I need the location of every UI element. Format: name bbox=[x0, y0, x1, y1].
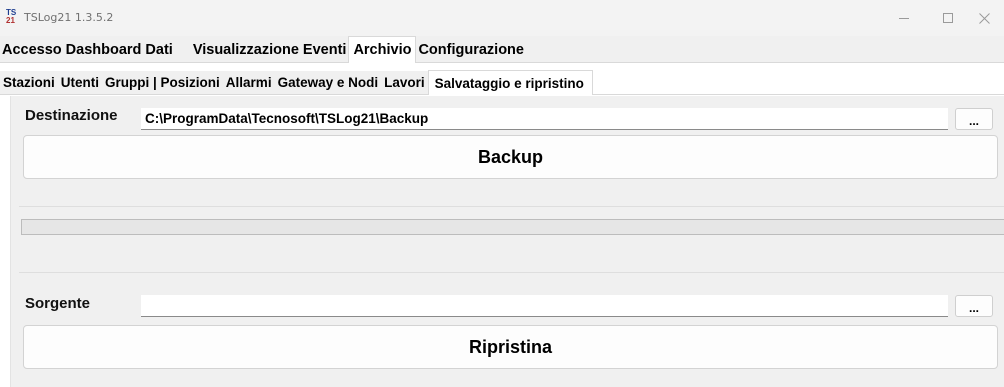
main-tab-dashboard[interactable]: Dashboard bbox=[63, 37, 144, 62]
close-icon bbox=[978, 12, 990, 24]
source-label: Sorgente bbox=[25, 295, 91, 312]
main-tab-configurazione[interactable]: Configurazione bbox=[416, 37, 526, 62]
sub-tab-lavori[interactable]: Lavori bbox=[381, 71, 428, 94]
minimize-button[interactable] bbox=[882, 0, 926, 36]
backup-button[interactable]: Backup bbox=[23, 135, 998, 179]
main-tab-bar: Accesso Dashboard Dati Visualizzazione Event… bbox=[0, 36, 1004, 63]
restore-button[interactable]: Ripristina bbox=[23, 325, 998, 369]
minimize-icon bbox=[899, 17, 909, 19]
sub-tab-utenti[interactable]: Utenti bbox=[57, 71, 103, 94]
backup-restore-content: Destinazione ... Backup Sorgente ... Rip… bbox=[10, 96, 1004, 387]
window-title: TSLog21 1.3.5.2 bbox=[24, 11, 113, 24]
progress-bar bbox=[21, 219, 1004, 235]
main-tab-dati[interactable]: Dati bbox=[143, 37, 175, 62]
archivio-panel: Stazioni Utenti Gruppi | Posizioni Allarmi G… bbox=[0, 63, 1004, 387]
close-button[interactable] bbox=[962, 0, 1004, 36]
app-version: 1.3.5.2 bbox=[74, 11, 114, 24]
title-bar: TS 21 TSLog21 1.3.5.2 bbox=[0, 0, 1004, 36]
app-name: TSLog21 bbox=[24, 11, 72, 24]
destination-label: Destinazione bbox=[25, 107, 118, 124]
section-divider-top bbox=[19, 206, 1004, 207]
main-tab-archivio[interactable]: Archivio bbox=[348, 36, 417, 63]
sub-tab-bar: Stazioni Utenti Gruppi | Posizioni Allarmi G… bbox=[0, 70, 1004, 95]
source-path-input[interactable] bbox=[141, 295, 948, 317]
app-logo-icon: TS 21 bbox=[6, 9, 20, 25]
main-tab-visualizzazione[interactable]: Visualizzazione bbox=[190, 37, 301, 62]
sub-tab-salvataggio-e-ripristino[interactable]: Salvataggio e ripristino bbox=[427, 70, 593, 95]
sub-tab-allarmi[interactable]: Allarmi bbox=[222, 71, 275, 94]
sub-tab-gateway-e-nodi[interactable]: Gateway e Nodi bbox=[274, 71, 382, 94]
main-tab-eventi[interactable]: Eventi bbox=[300, 37, 349, 62]
destination-browse-button[interactable]: ... bbox=[955, 108, 993, 130]
app-window: TS 21 TSLog21 1.3.5.2 Accesso Dashboard Da… bbox=[0, 0, 1004, 387]
maximize-icon bbox=[943, 13, 953, 23]
section-divider-bottom bbox=[19, 272, 1004, 273]
destination-path-input[interactable] bbox=[141, 108, 948, 130]
sub-tab-stazioni[interactable]: Stazioni bbox=[0, 71, 58, 94]
sub-tab-gruppi-posizioni[interactable]: Gruppi | Posizioni bbox=[102, 71, 223, 94]
source-browse-button[interactable]: ... bbox=[955, 295, 993, 317]
main-tab-accesso[interactable]: Accesso bbox=[0, 37, 64, 62]
app-logo-bottom: 21 bbox=[6, 16, 15, 25]
